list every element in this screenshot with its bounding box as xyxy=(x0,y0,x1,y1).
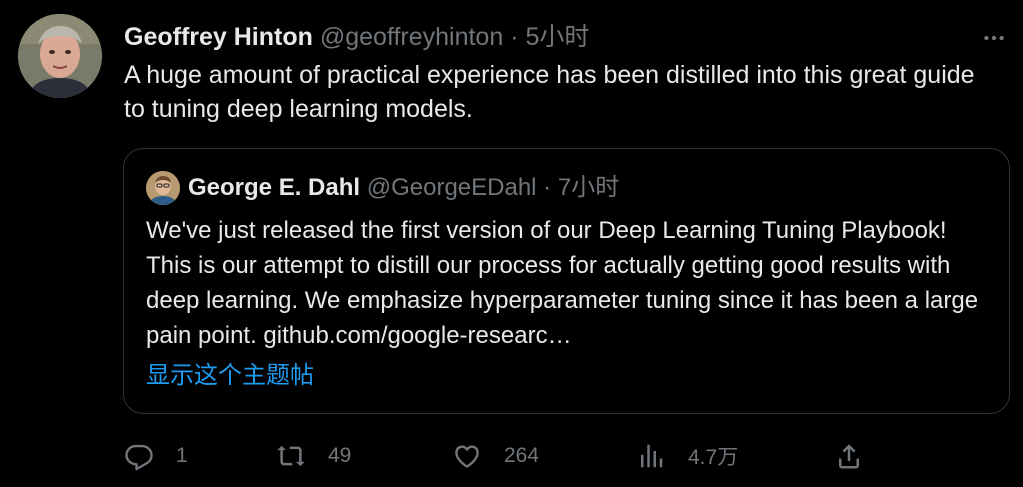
tweet-header: Geoffrey Hinton @geoffreyhinton · 5小时 xyxy=(124,20,589,54)
author-handle[interactable]: @geoffreyhinton xyxy=(320,23,503,51)
quoted-author-name[interactable]: George E. Dahl xyxy=(188,174,360,201)
reply-icon xyxy=(125,444,153,471)
views-button[interactable]: 4.7万 xyxy=(636,436,738,476)
retweet-count: 49 xyxy=(328,444,352,467)
tweet-text: A huge amount of practical experience ha… xyxy=(124,61,975,123)
quoted-header-separator: · xyxy=(543,174,552,201)
quoted-author-avatar-image xyxy=(146,171,180,205)
views-count: 4.7万 xyxy=(688,446,739,469)
author-name[interactable]: Geoffrey Hinton xyxy=(124,23,313,51)
quoted-author-handle[interactable]: @GeorgeEDahl xyxy=(367,174,537,201)
show-thread-link[interactable]: 显示这个主题帖 xyxy=(146,359,314,393)
retweet-icon xyxy=(277,445,305,467)
author-avatar[interactable] xyxy=(18,14,102,98)
header-separator: · xyxy=(510,23,519,51)
tweet-timestamp[interactable]: 5小时 xyxy=(525,23,589,51)
retweet-button[interactable]: 49 xyxy=(276,436,351,476)
reply-count: 1 xyxy=(176,444,188,467)
more-horizontal-icon xyxy=(984,35,1004,41)
like-count: 264 xyxy=(504,444,540,467)
share-icon xyxy=(839,444,859,469)
author-avatar-image xyxy=(18,14,102,98)
more-options-button[interactable] xyxy=(976,20,1012,56)
analytics-icon xyxy=(641,444,663,468)
quoted-author-avatar[interactable] xyxy=(146,171,180,205)
quoted-tweet-timestamp[interactable]: 7小时 xyxy=(558,174,619,201)
tweet-actions-bar: 1 49 264 4.7万 xyxy=(124,436,984,476)
quoted-tweet-card[interactable]: George E. Dahl @GeorgeEDahl · 7小时 We've … xyxy=(123,148,1010,414)
tweet-container: Geoffrey Hinton @geoffreyhinton · 5小时 A … xyxy=(0,0,1023,487)
quoted-tweet-header: George E. Dahl @GeorgeEDahl · 7小时 xyxy=(188,171,619,205)
share-button[interactable] xyxy=(834,436,864,476)
quoted-tweet-text: We've just released the first version of… xyxy=(146,217,979,349)
like-button[interactable]: 264 xyxy=(452,436,539,476)
reply-button[interactable]: 1 xyxy=(124,436,188,476)
heart-icon xyxy=(455,445,479,468)
